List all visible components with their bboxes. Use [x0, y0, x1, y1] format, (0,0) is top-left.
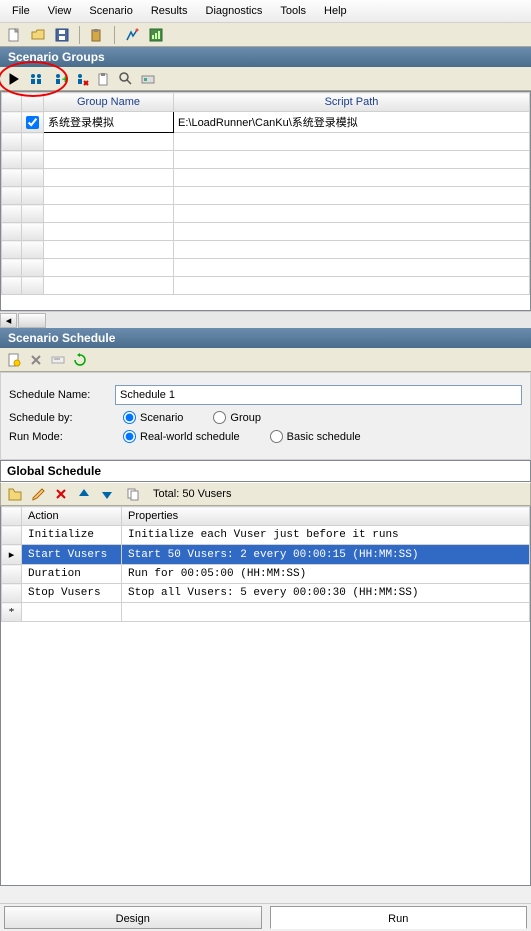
script-path-cell[interactable]: E:\LoadRunner\CanKu\系统登录模拟	[174, 112, 530, 133]
menu-bar: File View Scenario Results Diagnostics T…	[0, 0, 531, 23]
schedule-row-stop-vusers[interactable]: Stop Vusers Stop all Vusers: 5 every 00:…	[2, 584, 530, 603]
move-down-icon[interactable]	[97, 484, 117, 504]
generator-icon[interactable]	[138, 69, 158, 89]
global-schedule-header: Global Schedule	[0, 460, 531, 482]
copy-icon[interactable]	[123, 484, 143, 504]
row-header-corner	[2, 507, 22, 526]
radio-group[interactable]: Group	[213, 411, 261, 424]
tab-run[interactable]: Run	[270, 906, 528, 929]
schedule-row-new[interactable]: *	[2, 603, 530, 622]
schedule-row-start-vusers[interactable]: ▸ Start Vusers Start 50 Vusers: 2 every …	[2, 545, 530, 565]
tab-design[interactable]: Design	[4, 906, 262, 929]
column-header-action[interactable]: Action	[22, 507, 122, 526]
edit-action-icon[interactable]	[28, 484, 48, 504]
search-icon[interactable]	[116, 69, 136, 89]
column-header-properties[interactable]: Properties	[122, 507, 530, 526]
schedule-form: Schedule Name: Schedule by: Scenario Gro…	[0, 372, 531, 460]
rename-schedule-icon[interactable]	[48, 350, 68, 370]
main-toolbar	[0, 23, 531, 47]
add-action-icon[interactable]	[5, 484, 25, 504]
scroll-left-icon[interactable]: ◂	[0, 313, 17, 328]
menu-results[interactable]: Results	[143, 3, 196, 19]
schedule-row-duration[interactable]: Duration Run for 00:05:00 (HH:MM:SS)	[2, 565, 530, 584]
open-icon[interactable]	[28, 25, 48, 45]
svg-text:+: +	[62, 74, 68, 86]
check-column-header	[22, 93, 44, 112]
menu-tools[interactable]: Tools	[272, 3, 314, 19]
group-name-cell[interactable]: 系统登录模拟	[44, 112, 174, 133]
scenario-schedule-header: Scenario Schedule	[0, 328, 531, 348]
global-schedule-grid[interactable]: Action Properties Initialize Initialize …	[0, 506, 531, 886]
menu-scenario[interactable]: Scenario	[81, 3, 140, 19]
group-row[interactable]: 系统登录模拟 E:\LoadRunner\CanKu\系统登录模拟	[2, 112, 530, 133]
clipboard-icon[interactable]	[94, 69, 114, 89]
radio-scenario[interactable]: Scenario	[123, 411, 183, 424]
delete-action-icon[interactable]	[51, 484, 71, 504]
groups-toolbar: +	[0, 67, 531, 91]
scroll-thumb[interactable]	[18, 313, 46, 328]
save-icon[interactable]	[52, 25, 72, 45]
global-schedule-toolbar: Total: 50 Vusers	[0, 482, 531, 506]
groups-grid[interactable]: Group Name Script Path 系统登录模拟 E:\LoadRun…	[0, 91, 531, 311]
total-vusers-label: Total: 50 Vusers	[153, 488, 231, 500]
scenario-groups-header: Scenario Groups	[0, 47, 531, 67]
schedule-by-label: Schedule by:	[9, 412, 115, 424]
separator	[114, 26, 115, 44]
menu-help[interactable]: Help	[316, 3, 355, 19]
horizontal-scrollbar[interactable]: ◂	[0, 311, 531, 328]
column-header-group-name[interactable]: Group Name	[44, 93, 174, 112]
move-up-icon[interactable]	[74, 484, 94, 504]
bottom-tabs: Design Run	[0, 903, 531, 931]
menu-diagnostics[interactable]: Diagnostics	[198, 3, 271, 19]
group-checkbox[interactable]	[26, 116, 39, 129]
menu-view[interactable]: View	[40, 3, 80, 19]
vusers-add-icon[interactable]: +	[50, 69, 70, 89]
schedule-toolbar-top	[0, 348, 531, 372]
new-schedule-icon[interactable]	[4, 350, 24, 370]
menu-file[interactable]: File	[4, 3, 38, 19]
schedule-name-label: Schedule Name:	[9, 389, 115, 401]
schedule-row-initialize[interactable]: Initialize Initialize each Vuser just be…	[2, 526, 530, 545]
column-header-script-path[interactable]: Script Path	[174, 93, 530, 112]
run-mode-label: Run Mode:	[9, 431, 115, 443]
vusers-icon[interactable]	[26, 69, 46, 89]
play-icon[interactable]	[4, 69, 24, 89]
new-icon[interactable]	[4, 25, 24, 45]
action-icon[interactable]	[122, 25, 142, 45]
refresh-schedule-icon[interactable]	[70, 350, 90, 370]
paste-icon[interactable]	[87, 25, 107, 45]
chart-icon[interactable]	[146, 25, 166, 45]
delete-schedule-icon[interactable]	[26, 350, 46, 370]
radio-basic[interactable]: Basic schedule	[270, 430, 361, 443]
schedule-name-input[interactable]	[115, 385, 522, 405]
separator	[79, 26, 80, 44]
radio-real-world[interactable]: Real-world schedule	[123, 430, 240, 443]
row-header-corner	[2, 93, 22, 112]
vusers-remove-icon[interactable]	[72, 69, 92, 89]
